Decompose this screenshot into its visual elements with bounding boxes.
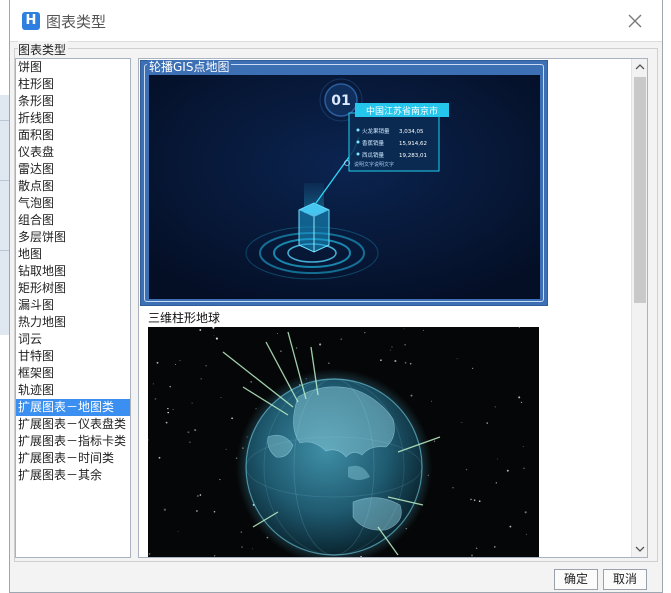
info-card-footnote: 说明文字说明文字 — [354, 161, 394, 168]
preview-card-3d-globe[interactable]: 三维柱形地球 — [140, 311, 548, 557]
chart-type-dialog: H 图表类型 图表类型 饼图 柱形图 条形图 折线图 面积图 仪表盘 雷达图 散点图 气泡图 组合… — [9, 0, 663, 593]
close-icon — [628, 14, 642, 28]
chart-type-list[interactable]: 饼图 柱形图 条形图 折线图 面积图 仪表盘 雷达图 散点图 气泡图 组合图 多层饼图 地图 钻取地图矩… — [15, 58, 131, 558]
chart-type-item[interactable]: 矩形树图 — [16, 280, 130, 297]
scroll-down-button[interactable] — [632, 541, 647, 557]
chart-type-item[interactable]: 扩展图表－仪表盘类 — [16, 416, 130, 433]
chart-type-item[interactable]: 仪表盘 — [16, 144, 130, 161]
chart-type-item[interactable]: 扩展图表－地图类 — [16, 399, 130, 416]
chart-type-item[interactable]: 热力地图 — [16, 314, 130, 331]
app-logo-icon: H — [22, 12, 40, 30]
info-row-label: 火龙果销量 — [362, 127, 390, 135]
chart-type-item[interactable]: 雷达图 — [16, 161, 130, 178]
chart-type-item[interactable]: 地图 — [16, 246, 130, 263]
chart-type-item[interactable]: 面积图 — [16, 127, 130, 144]
chart-type-item[interactable]: 扩展图表－其余 — [16, 467, 130, 484]
chart-type-item[interactable]: 扩展图表－指标卡类 — [16, 433, 130, 450]
info-row-label: 香蕉销量 — [362, 139, 385, 147]
chart-type-item[interactable]: 甘特图 — [16, 348, 130, 365]
close-button[interactable] — [626, 12, 644, 30]
chart-type-item[interactable]: 条形图 — [16, 93, 130, 110]
cancel-button[interactable]: 取消 — [603, 569, 647, 590]
chart-type-item[interactable]: 扩展图表－时间类 — [16, 450, 130, 467]
chart-type-item[interactable]: 多层饼图 — [16, 229, 130, 246]
chart-type-group-label: 图表类型 — [18, 41, 69, 58]
preview-scrollbar[interactable] — [631, 59, 647, 557]
info-card-number: 01 — [331, 93, 350, 109]
info-row-label: 西瓜销量 — [362, 151, 385, 159]
chart-type-item[interactable]: 框架图 — [16, 365, 130, 382]
chart-type-item[interactable]: 钻取地图 — [16, 263, 130, 280]
chart-type-item[interactable]: 轨迹图 — [16, 382, 130, 399]
scroll-up-button[interactable] — [632, 59, 647, 75]
dialog-titlebar[interactable]: H 图表类型 — [10, 0, 662, 42]
preview-card-gis-map[interactable]: 轮播GIS点地图 01 中国江苏省南京市 火龙果销量 3,034,05 香蕉销量… — [140, 60, 548, 306]
info-row-value: 19,283,01 — [399, 153, 427, 159]
preview-panel[interactable]: 轮播GIS点地图 01 中国江苏省南京市 火龙果销量 3,034,05 香蕉销量… — [138, 58, 648, 558]
dialog-title: 图表类型 — [46, 13, 107, 31]
chart-type-item[interactable]: 饼图 — [16, 59, 130, 76]
chart-type-item[interactable]: 组合图 — [16, 212, 130, 229]
chart-type-item[interactable]: 气泡图 — [16, 195, 130, 212]
chart-type-item[interactable]: 柱形图 — [16, 76, 130, 93]
chart-type-item[interactable]: 散点图 — [16, 178, 130, 195]
info-row-value: 3,034,05 — [399, 129, 424, 135]
chevron-up-icon — [635, 64, 645, 70]
info-row-value: 15,914,62 — [399, 141, 427, 147]
scroll-thumb[interactable] — [634, 77, 646, 303]
ok-button[interactable]: 确定 — [554, 569, 598, 590]
chart-type-item[interactable]: 词云 — [16, 331, 130, 348]
chart-type-item[interactable]: 折线图 — [16, 110, 130, 127]
chevron-down-icon — [635, 546, 645, 552]
preview-card-label: 轮播GIS点地图 — [147, 60, 232, 74]
preview-card-label: 三维柱形地球 — [146, 311, 223, 325]
info-card-title: 中国江苏省南京市 — [366, 105, 438, 117]
preview-image-3d-globe — [148, 327, 539, 557]
preview-image-gis-map: 01 中国江苏省南京市 火龙果销量 3,034,05 香蕉销量 15,914,6… — [149, 75, 540, 299]
chart-type-item[interactable]: 漏斗图 — [16, 297, 130, 314]
